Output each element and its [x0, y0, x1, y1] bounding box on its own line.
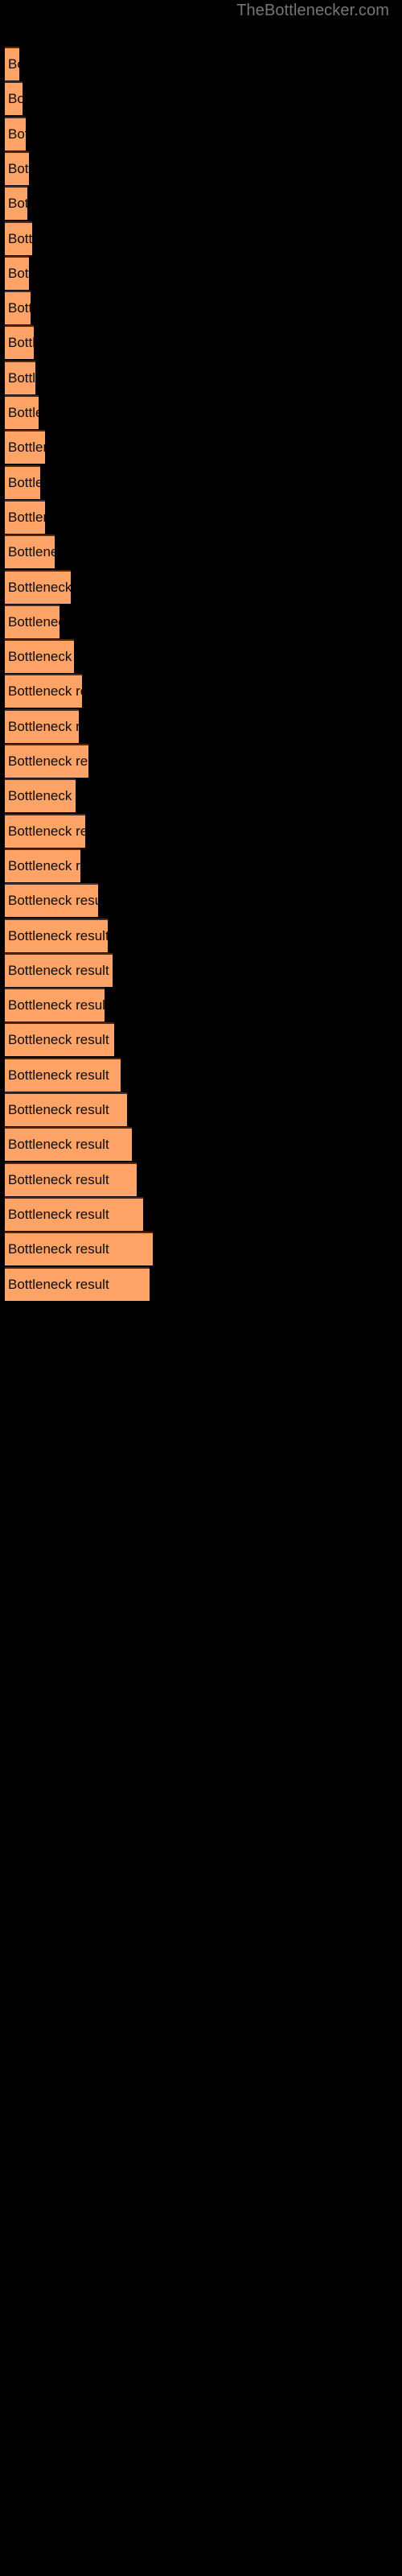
bar-label: Bottleneck result [8, 857, 80, 873]
bar-label: Bottleneck result [8, 788, 76, 804]
bar-segment[interactable]: Bottleneck result [5, 1092, 127, 1126]
bar-segment[interactable]: Bottleneck result [5, 1266, 150, 1301]
bar-label: Bottleneck result [8, 718, 79, 734]
bar-label: Bottleneck result [8, 440, 45, 456]
bar-label: Bottleneck result [8, 544, 55, 560]
bar-label: Bottleneck result [8, 683, 82, 700]
bar-label: Bottleneck result [8, 160, 29, 176]
bar-segment[interactable]: Bottleneck result [5, 1162, 137, 1196]
bar-label: Bottleneck result [8, 300, 31, 316]
bar-label: Bottleneck result [8, 405, 39, 420]
bar-label: Bottleneck result [8, 509, 45, 525]
bar-segment[interactable]: Bottleneck result [5, 1232, 153, 1266]
bar-label: Bottleneck result [8, 1171, 109, 1187]
bar-segment[interactable]: Bottleneck result [5, 848, 80, 882]
bar-label: Bottleneck result [8, 962, 109, 978]
bar-segment[interactable]: Bottleneck result [5, 186, 27, 221]
bar-label: Bottleneck result [8, 1276, 109, 1292]
bar-segment[interactable]: Bottleneck result [5, 813, 85, 848]
bar-segment[interactable]: Bottleneck result [5, 883, 98, 918]
bar-segment[interactable]: Bottleneck result [5, 116, 26, 151]
bar-label: Bottleneck result [8, 927, 108, 943]
bar-segment[interactable]: Bottleneck result [5, 1196, 143, 1231]
bar-label: Bottleneck result [8, 649, 74, 665]
bar-segment[interactable]: Bottleneck result [5, 569, 71, 604]
bar-label: Bottleneck result [8, 335, 34, 351]
bar-segment[interactable]: Bottleneck result [5, 360, 35, 394]
bar-segment[interactable]: Bottleneck result [5, 1057, 121, 1092]
bar-segment[interactable]: Bottleneck result [5, 639, 74, 674]
bar-label: Bottleneck result [8, 265, 29, 281]
bar-label: Bottleneck result [8, 1032, 109, 1048]
bar-segment[interactable]: Bottleneck result [5, 81, 23, 116]
bar-segment[interactable]: Bottleneck result [5, 1127, 132, 1162]
bar-label: Bottleneck result [8, 369, 35, 386]
bar-segment[interactable]: Bottleneck result [5, 674, 82, 708]
bar-segment[interactable]: Bottleneck result [5, 464, 40, 499]
bar-label: Bottleneck result [8, 613, 59, 630]
bar-label: Bottleneck result [8, 126, 26, 142]
bar-segment[interactable]: Bottleneck result [5, 151, 29, 185]
bar-label: Bottleneck result [8, 1102, 109, 1117]
bar-label: Bottleneck result [8, 753, 88, 769]
bar-label: Bottleneck result [8, 91, 23, 107]
bars-layer: Bottleneck result Bottleneck result Bottle… [0, 0, 402, 2576]
bar-segment[interactable]: Bottleneck result [5, 708, 79, 743]
bar-segment[interactable]: Bottleneck result [5, 604, 59, 638]
bar-segment[interactable]: Bottleneck result [5, 395, 39, 429]
bar-segment[interactable]: Bottleneck result [5, 918, 108, 952]
bar-label: Bottleneck result [8, 56, 19, 72]
bar-label: Bottleneck result [8, 823, 85, 839]
bar-segment[interactable]: Bottleneck result [5, 952, 113, 987]
bar-segment[interactable]: Bottleneck result [5, 1022, 114, 1057]
bar-label: Bottleneck result [8, 997, 105, 1013]
bar-label: Bottleneck result [8, 1067, 109, 1083]
bar-segment[interactable]: Bottleneck result [5, 47, 19, 80]
bar-segment[interactable]: Bottleneck result [5, 744, 88, 778]
bar-label: Bottleneck result [8, 474, 40, 490]
bar-label: Bottleneck result [8, 1241, 109, 1257]
bar-segment[interactable]: Bottleneck result [5, 499, 45, 534]
bar-label: Bottleneck result [8, 893, 98, 909]
bar-segment[interactable]: Bottleneck result [5, 778, 76, 813]
bar-segment[interactable]: Bottleneck result [5, 988, 105, 1022]
bar-segment[interactable]: Bottleneck result [5, 430, 45, 464]
bar-label: Bottleneck result [8, 1137, 109, 1153]
bar-label: Bottleneck result [8, 196, 27, 212]
bar-label: Bottleneck result [8, 579, 71, 595]
bar-segment[interactable]: Bottleneck result [5, 255, 29, 290]
bar-label: Bottleneck result [8, 1206, 109, 1222]
bar-segment[interactable]: Bottleneck result [5, 221, 32, 255]
bar-segment[interactable]: Bottleneck result [5, 325, 34, 360]
bar-label: Bottleneck result [8, 230, 32, 246]
bar-segment[interactable]: Bottleneck result [5, 535, 55, 569]
bar-segment[interactable]: Bottleneck result [5, 291, 31, 325]
bar-chart-root: TheBottlenecker.com Bottleneck resultBot… [0, 0, 402, 2576]
